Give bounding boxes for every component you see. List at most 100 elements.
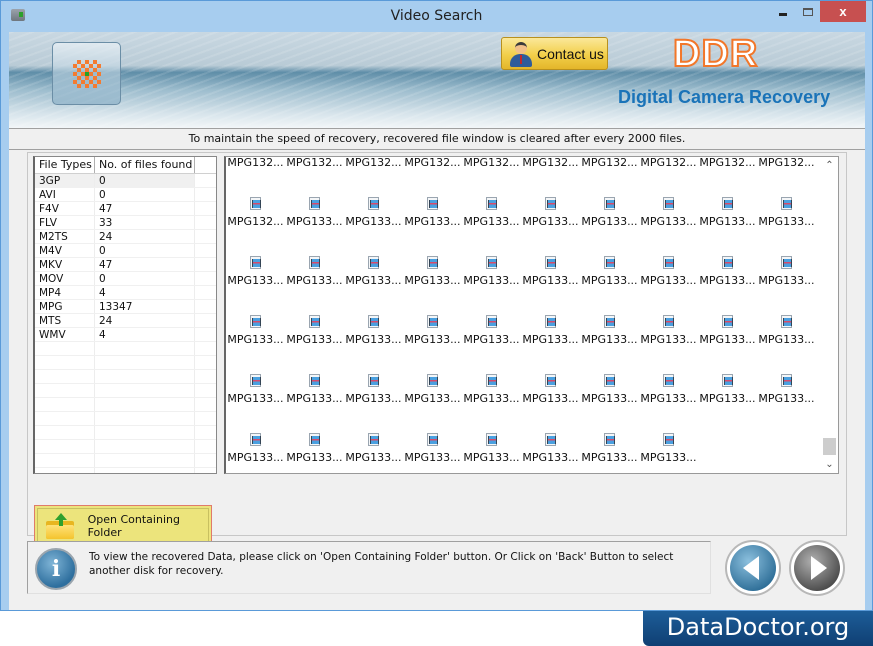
table-row[interactable]: MP4 4 [35, 286, 216, 300]
column-header-files-found[interactable]: No. of files found [95, 157, 195, 173]
recovered-file-item[interactable]: MPG132... [698, 157, 757, 172]
column-header-file-types[interactable]: File Types [35, 157, 95, 173]
recovered-file-item[interactable]: MPG133... [521, 349, 580, 408]
recovered-file-item[interactable]: MPG133... [698, 290, 757, 349]
recovered-file-item[interactable]: MPG133... [580, 349, 639, 408]
recovered-file-item[interactable]: MPG133... [226, 290, 285, 349]
next-button[interactable] [789, 540, 845, 596]
scroll-thumb[interactable] [823, 438, 836, 455]
recovered-file-item[interactable]: MPG133... [639, 349, 698, 408]
recovered-file-item[interactable]: MPG132... [403, 157, 462, 172]
vertical-scrollbar[interactable]: ⌃ ⌄ [821, 157, 838, 473]
recovered-file-item[interactable]: MPG132... [757, 157, 816, 172]
recovered-file-item[interactable]: MPG133... [344, 408, 403, 467]
recovered-file-item[interactable]: MPG133... [580, 172, 639, 231]
recovered-file-item[interactable]: MPG133... [698, 231, 757, 290]
recovered-file-item[interactable]: MPG132... [639, 157, 698, 172]
recovered-file-item[interactable]: MPG133... [344, 290, 403, 349]
recovered-file-item[interactable]: MPG133... [403, 290, 462, 349]
recovered-file-item[interactable]: MPG133... [403, 408, 462, 467]
close-button[interactable]: x [820, 1, 866, 22]
recovered-file-item[interactable]: MPG133... [639, 290, 698, 349]
recovered-file-item[interactable]: MPG133... [462, 349, 521, 408]
filler-cell [195, 272, 216, 285]
empty-table-row [35, 342, 216, 356]
recovered-file-item[interactable]: MPG133... [285, 172, 344, 231]
recovered-file-item[interactable]: MPG133... [344, 231, 403, 290]
recovered-file-item[interactable]: MPG133... [226, 408, 285, 467]
recovered-file-item[interactable]: MPG133... [757, 172, 816, 231]
video-file-icon [427, 256, 438, 269]
recovered-file-item[interactable]: MPG133... [462, 231, 521, 290]
table-row[interactable]: MPG 13347 [35, 300, 216, 314]
recovered-file-item[interactable]: MPG133... [285, 231, 344, 290]
empty-table-row [35, 398, 216, 412]
recovered-file-item[interactable]: MPG133... [285, 408, 344, 467]
recovered-file-item[interactable]: MPG133... [521, 231, 580, 290]
file-name: MPG133... [286, 451, 343, 464]
table-row[interactable]: WMV 4 [35, 328, 216, 342]
table-row[interactable]: AVI 0 [35, 188, 216, 202]
recovered-file-item[interactable]: MPG133... [403, 231, 462, 290]
recovered-file-item[interactable]: MPG133... [639, 231, 698, 290]
table-row[interactable]: MOV 0 [35, 272, 216, 286]
file-name: MPG133... [699, 392, 756, 405]
recovered-file-item[interactable]: MPG132... [285, 157, 344, 172]
recovered-file-item[interactable]: MPG133... [521, 408, 580, 467]
recovered-file-item[interactable]: MPG133... [639, 172, 698, 231]
recovered-file-item[interactable]: MPG133... [462, 408, 521, 467]
recovered-file-item[interactable]: MPG133... [226, 349, 285, 408]
recovered-file-item[interactable]: MPG132... [226, 157, 285, 172]
recovered-file-item[interactable]: MPG133... [226, 231, 285, 290]
recovered-file-item[interactable]: MPG133... [462, 290, 521, 349]
table-row[interactable]: 3GP 0 [35, 174, 216, 188]
file-type-cell: M2TS [35, 230, 95, 243]
recovered-file-item[interactable]: MPG133... [403, 172, 462, 231]
file-name: MPG133... [404, 451, 461, 464]
recovered-file-item[interactable]: MPG133... [403, 349, 462, 408]
client-area: Contact us DDR Digital Camera Recovery T… [9, 32, 865, 610]
recovered-file-item[interactable]: MPG133... [698, 349, 757, 408]
filler-cell [195, 174, 216, 187]
recovered-file-item[interactable]: MPG132... [462, 157, 521, 172]
scroll-up-button[interactable]: ⌃ [821, 157, 838, 174]
back-button[interactable] [725, 540, 781, 596]
maximize-button[interactable] [796, 1, 820, 22]
contact-us-button[interactable]: Contact us [501, 37, 608, 70]
recovered-file-item[interactable]: MPG132... [521, 156, 580, 172]
recovered-file-item[interactable]: MPG132... [580, 157, 639, 172]
recovered-file-item[interactable]: MPG132... [344, 157, 403, 172]
file-name: MPG133... [522, 274, 579, 287]
video-file-icon [722, 374, 733, 387]
recovered-file-item[interactable]: MPG133... [580, 408, 639, 467]
file-name: MPG133... [345, 333, 402, 346]
table-row[interactable]: MTS 24 [35, 314, 216, 328]
recovered-file-item[interactable]: MPG133... [521, 290, 580, 349]
recovered-file-item[interactable]: MPG133... [757, 290, 816, 349]
recovered-file-item[interactable]: MPG133... [344, 172, 403, 231]
recovered-file-item[interactable]: MPG133... [344, 349, 403, 408]
minimize-button[interactable] [771, 1, 795, 22]
table-row[interactable]: M2TS 24 [35, 230, 216, 244]
table-row[interactable]: F4V 47 [35, 202, 216, 216]
file-name: MPG133... [640, 215, 697, 228]
table-row[interactable]: FLV 33 [35, 216, 216, 230]
video-file-icon [427, 374, 438, 387]
recovered-file-item[interactable]: MPG133... [757, 231, 816, 290]
recovered-file-item[interactable]: MPG133... [639, 408, 698, 467]
recovered-file-item[interactable]: MPG133... [757, 349, 816, 408]
table-row[interactable]: MKV 47 [35, 258, 216, 272]
table-row[interactable]: M4V 0 [35, 244, 216, 258]
scroll-down-button[interactable]: ⌄ [821, 456, 838, 473]
recovered-file-item[interactable]: MPG132... [226, 172, 285, 231]
recovered-file-item[interactable]: MPG133... [580, 231, 639, 290]
file-name: MPG132... [522, 156, 579, 169]
recovered-file-item[interactable]: MPG133... [521, 172, 580, 231]
recovered-file-item[interactable]: MPG133... [285, 290, 344, 349]
recovered-file-item[interactable]: MPG133... [462, 172, 521, 231]
filler-cell [195, 202, 216, 215]
datadoctor-brand-tag[interactable]: DataDoctor.org [643, 611, 873, 646]
recovered-file-item[interactable]: MPG133... [580, 290, 639, 349]
recovered-file-item[interactable]: MPG133... [285, 349, 344, 408]
recovered-file-item[interactable]: MPG133... [698, 172, 757, 231]
